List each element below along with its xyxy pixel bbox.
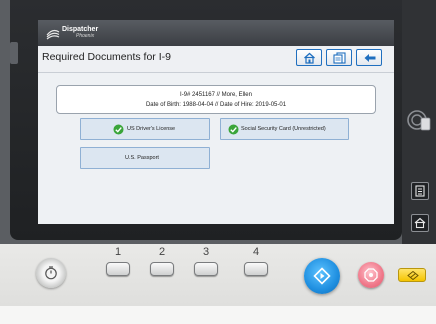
content-area: I-9# 2451167 // More, Ellen Date of Birt… — [38, 73, 394, 224]
employee-dates: Date of Birth: 1988-04-04 // Date of Hir… — [145, 102, 287, 108]
reset-button[interactable] — [398, 268, 426, 282]
key-number: 3 — [202, 246, 210, 258]
home-icon — [304, 52, 315, 64]
employee-id-name: I-9# 2451167 // More, Ellen — [180, 92, 252, 98]
menu-hardware-button[interactable] — [411, 182, 429, 200]
key-number: 1 — [114, 246, 122, 258]
check-circle-icon — [228, 124, 239, 135]
touch-screen: Dispatcher Phoenix Required Documents fo… — [38, 20, 394, 224]
key-number: 4 — [252, 246, 260, 258]
dispatcher-logo: Dispatcher Phoenix — [46, 24, 116, 42]
doc-us-passport[interactable]: U.S. Passport — [80, 147, 210, 169]
app-titlebar: Dispatcher Phoenix — [38, 20, 394, 46]
home-icon — [414, 217, 426, 229]
key-number: 2 — [158, 246, 166, 258]
key-button[interactable] — [194, 262, 218, 276]
doc-label: U.S. Passport — [125, 155, 159, 161]
logo-icon — [46, 29, 60, 40]
back-button[interactable] — [356, 49, 382, 66]
menu-icon — [415, 185, 425, 197]
key-button[interactable] — [106, 262, 130, 276]
key-button[interactable] — [150, 262, 174, 276]
doc-label: US Driver's License — [127, 126, 176, 132]
page-title: Required Documents for I-9 — [42, 51, 171, 63]
start-button[interactable] — [304, 258, 340, 294]
reset-diamond-icon — [407, 271, 419, 280]
stop-button[interactable] — [358, 262, 384, 288]
back-arrow-icon — [364, 54, 376, 62]
keypad-key-4[interactable]: 4 — [236, 244, 276, 284]
employee-info-box: I-9# 2451167 // More, Ellen Date of Birt… — [56, 85, 376, 114]
doc-label: Social Security Card (Unrestricted) — [241, 126, 326, 132]
doc-social-security-card[interactable]: Social Security Card (Unrestricted) — [220, 118, 349, 140]
keypad-key-2[interactable]: 2 — [142, 244, 182, 284]
home-hardware-button[interactable] — [411, 214, 429, 232]
keypad-key-3[interactable]: 3 — [186, 244, 226, 284]
front-panel-edge — [0, 306, 436, 324]
key-button[interactable] — [244, 262, 268, 276]
document-icon — [333, 52, 346, 64]
start-diamond-icon — [313, 267, 331, 285]
stop-octagon-icon — [364, 268, 378, 282]
logo-subtitle: Phoenix — [76, 33, 95, 39]
nfc-reader-icon — [407, 110, 431, 131]
check-circle-icon — [113, 124, 124, 135]
side-key[interactable] — [10, 42, 18, 64]
document-button[interactable] — [326, 49, 352, 66]
power-timer-icon — [45, 266, 57, 280]
doc-drivers-license[interactable]: US Driver's License — [80, 118, 210, 140]
power-save-button[interactable] — [36, 258, 66, 288]
home-button[interactable] — [296, 49, 322, 66]
page-header: Required Documents for I-9 — [38, 46, 394, 73]
keypad-key-1[interactable]: 1 — [98, 244, 138, 284]
